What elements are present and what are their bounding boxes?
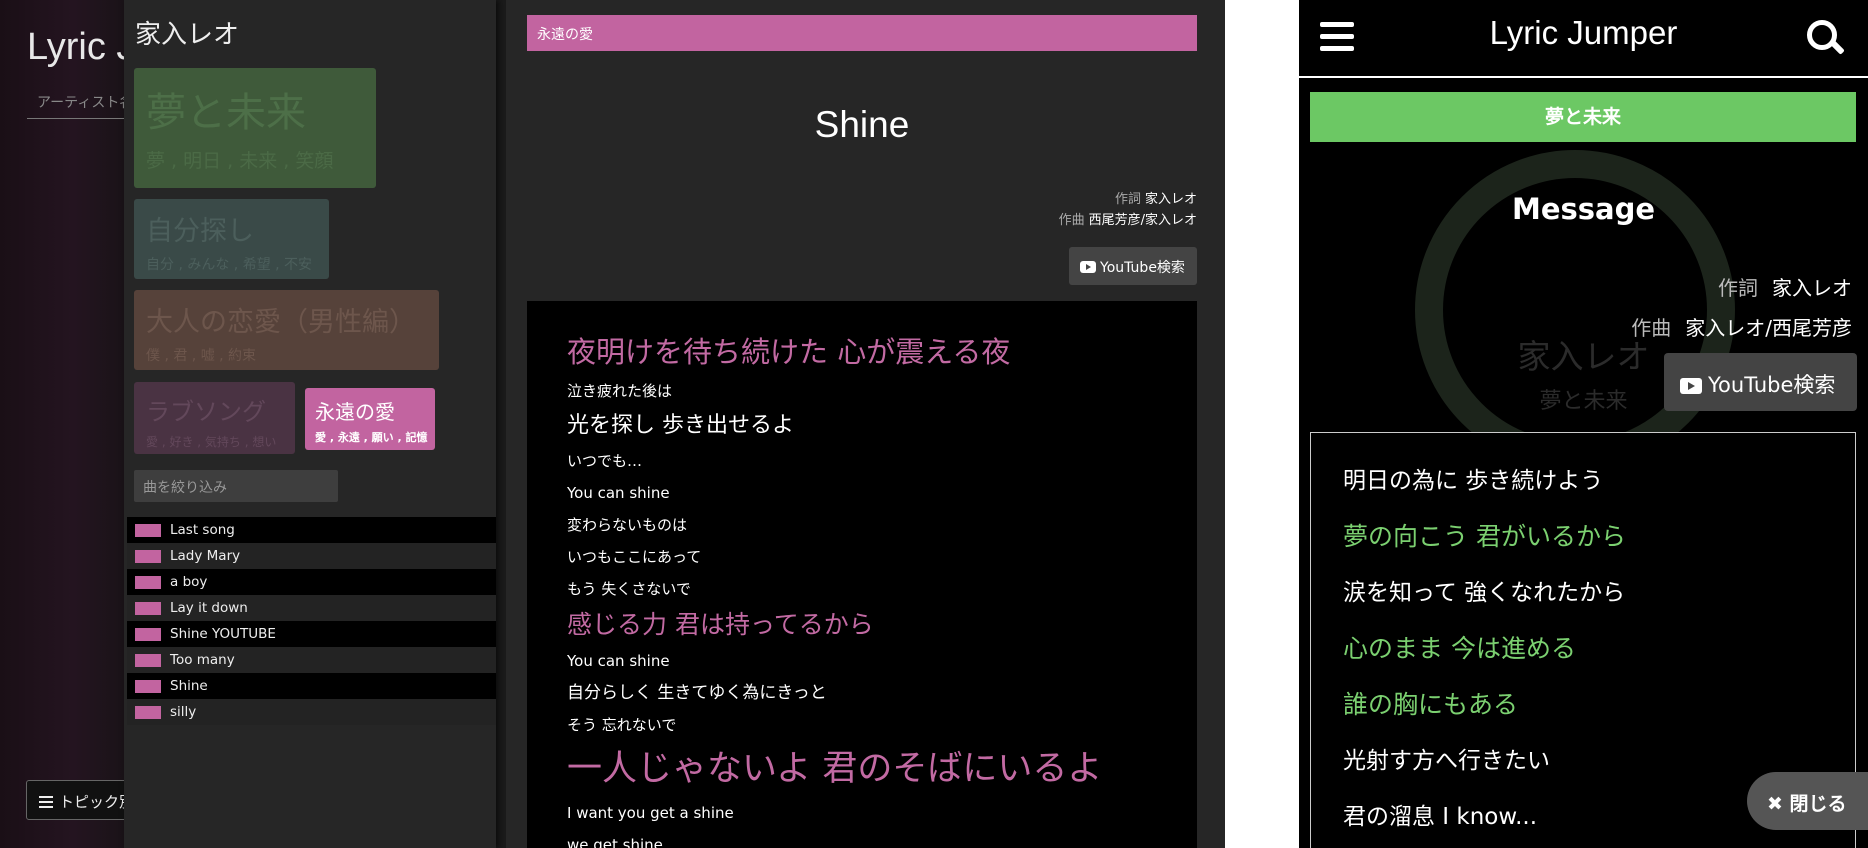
lyrics-box: 夜明けを待ち続けた 心が震える夜 泣き疲れた後は 光を探し 歩き出せるよ いつで… <box>527 301 1197 848</box>
song-title: Shine <box>814 104 910 145</box>
lyric-line[interactable]: You can shine <box>567 477 1157 509</box>
lyric-line[interactable]: 感じる力 君は持ってるから <box>567 605 1157 645</box>
topic-color-swatch <box>135 575 161 589</box>
lyricist-name: 家入レオ <box>1144 192 1197 207</box>
topic-tile-adult-love[interactable]: 大人の恋愛（男性編） 僕 , 君 , 嘘 , 約束 <box>134 290 439 370</box>
topic-label-bar: 夢と未来 <box>1310 92 1856 142</box>
topic-color-swatch <box>135 653 161 667</box>
topic-words: 愛 , 永遠 , 願い , 記憶 <box>315 431 428 444</box>
list-icon <box>39 796 53 808</box>
lyric-line[interactable]: 変わらないものは <box>567 509 1157 541</box>
artist-name: 家入レオ <box>135 20 240 50</box>
lyric-line[interactable]: 光を探し 歩き出せるよ <box>567 407 1157 445</box>
topic-name: 永遠の愛 <box>315 400 395 424</box>
youtube-icon <box>1680 378 1702 394</box>
song-title: Lady Mary <box>170 548 241 564</box>
topic-name: 夢と未来 <box>146 90 306 136</box>
close-label: 閉じる <box>1789 793 1847 815</box>
close-icon: ✖ <box>1767 793 1790 815</box>
song-title: silly <box>170 704 197 720</box>
song-title: Shine <box>170 678 208 694</box>
lyric-line[interactable]: そう 忘れないで <box>567 709 1157 741</box>
lyricist-credit: 作詞 家入レオ <box>1718 272 1852 301</box>
lyric-line[interactable]: You can shine <box>567 645 1157 677</box>
topic-name: 大人の恋愛（男性編） <box>146 307 416 338</box>
topic-color-swatch <box>135 679 161 693</box>
topic-name: ラブソング <box>146 398 266 426</box>
lyricist-name: 家入レオ <box>1772 276 1852 300</box>
lyric-line[interactable]: 夢の向こう 君がいるから <box>1343 509 1855 565</box>
song-title: a boy <box>170 574 208 590</box>
composer-credit: 作曲 西尾芳彦/家入レオ <box>1059 209 1197 228</box>
lyric-line[interactable]: 涙を知って 強くなれたから <box>1343 565 1855 621</box>
topic-label-bar: 永遠の愛 <box>527 15 1197 51</box>
song-list: Last song Lady Mary a boy Lay it down Sh… <box>127 517 496 725</box>
lyric-line[interactable]: もう 失くさないで <box>567 573 1157 605</box>
lyric-line[interactable]: 泣き疲れた後は <box>567 375 1157 407</box>
lyric-line[interactable]: 誰の胸にもある <box>1343 677 1855 733</box>
youtube-search-label: YouTube検索 <box>1100 260 1185 276</box>
lyric-line[interactable]: we get shine <box>567 829 1157 848</box>
composer-label: 作曲 <box>1058 213 1085 228</box>
close-button[interactable]: ✖ 閉じる <box>1747 772 1868 830</box>
song-item[interactable]: silly <box>127 699 496 725</box>
song-item[interactable]: Last song <box>127 517 496 543</box>
song-title: Last song <box>170 522 235 538</box>
app-title[interactable]: Lyric Jumper <box>1299 14 1868 52</box>
lyricist-label: 作詞 <box>1718 276 1758 300</box>
topic-words: 僕 , 君 , 嘘 , 約束 <box>146 348 257 364</box>
topic-color-swatch <box>135 523 161 537</box>
topic-color-swatch <box>135 627 161 641</box>
lyric-line[interactable]: いつでも… <box>567 445 1157 477</box>
topic-panel: 家入レオ 夢と未来 夢 , 明日 , 未来 , 笑顔 自分探し 自分 , みんな… <box>124 0 496 848</box>
song-item[interactable]: Lay it down <box>127 595 496 621</box>
song-detail-panel: 永遠の愛 Shine 作詞 家入レオ 作曲 西尾芳彦/家入レオ YouTube検索 … <box>506 0 1225 848</box>
topic-words: 愛 , 好き , 気持ち , 想い <box>146 435 277 449</box>
lyric-line[interactable]: 一人じゃないよ 君のそばにいるよ <box>567 741 1157 797</box>
topic-tile-love-song[interactable]: ラブソング 愛 , 好き , 気持ち , 想い <box>134 382 295 454</box>
song-item[interactable]: a boy <box>127 569 496 595</box>
song-filter-input[interactable]: 曲を絞り込み <box>134 470 338 502</box>
lyric-line[interactable]: いつもここにあって <box>567 541 1157 573</box>
youtube-search-button[interactable]: YouTube検索 <box>1664 353 1857 411</box>
mobile-header: Lyric Jumper <box>1299 0 1868 78</box>
topic-color-swatch <box>135 549 161 563</box>
lyric-line[interactable]: 心のまま 今は進める <box>1343 621 1855 677</box>
song-title: Message <box>1511 192 1656 226</box>
topic-tile-dream-future[interactable]: 夢と未来 夢 , 明日 , 未来 , 笑顔 <box>134 68 376 188</box>
lyric-line[interactable]: 自分らしく 生きてゆく為にきっと <box>567 677 1157 709</box>
lyricist-label: 作詞 <box>1114 192 1141 207</box>
composer-label: 作曲 <box>1631 316 1672 340</box>
composer-name: 家入レオ/西尾芳彦 <box>1685 316 1852 340</box>
topic-words: 自分 , みんな , 希望 , 不安 <box>146 257 313 273</box>
song-item[interactable]: Shine <box>127 673 496 699</box>
topic-name: 自分探し <box>146 216 254 247</box>
topic-list-label: トピック別 <box>59 793 135 811</box>
topic-color-swatch <box>135 705 161 719</box>
song-title: Too many <box>170 652 235 668</box>
song-item[interactable]: Too many <box>127 647 496 673</box>
lyric-line[interactable]: 夜明けを待ち続けた 心が震える夜 <box>567 329 1157 375</box>
song-item[interactable]: Shine YOUTUBE <box>127 621 496 647</box>
topic-tile-eternal-love[interactable]: 永遠の愛 愛 , 永遠 , 願い , 記憶 <box>305 388 435 450</box>
youtube-search-button[interactable]: YouTube検索 <box>1069 247 1197 285</box>
search-icon[interactable] <box>1807 20 1845 58</box>
youtube-icon <box>1080 261 1096 273</box>
song-title: Lay it down <box>170 600 248 616</box>
mobile-view: Lyric Jumper 夢と未来 家入レオ 夢と未来 Message 作詞 家入… <box>1299 0 1868 848</box>
lyricist-credit: 作詞 家入レオ <box>1115 188 1197 207</box>
song-item[interactable]: Lady Mary <box>127 543 496 569</box>
song-title: Shine YOUTUBE <box>170 626 276 642</box>
topic-tile-self-search[interactable]: 自分探し 自分 , みんな , 希望 , 不安 <box>134 199 329 279</box>
youtube-search-label: YouTube検索 <box>1708 373 1836 397</box>
topic-color-swatch <box>135 601 161 615</box>
lyric-line[interactable]: 明日の為に 歩き続けよう <box>1343 453 1855 509</box>
composer-credit: 作曲 家入レオ/西尾芳彦 <box>1631 312 1852 341</box>
lyric-line[interactable]: I want you get a shine <box>567 797 1157 829</box>
composer-name: 西尾芳彦/家入レオ <box>1088 213 1197 228</box>
topic-words: 夢 , 明日 , 未来 , 笑顔 <box>146 150 334 172</box>
